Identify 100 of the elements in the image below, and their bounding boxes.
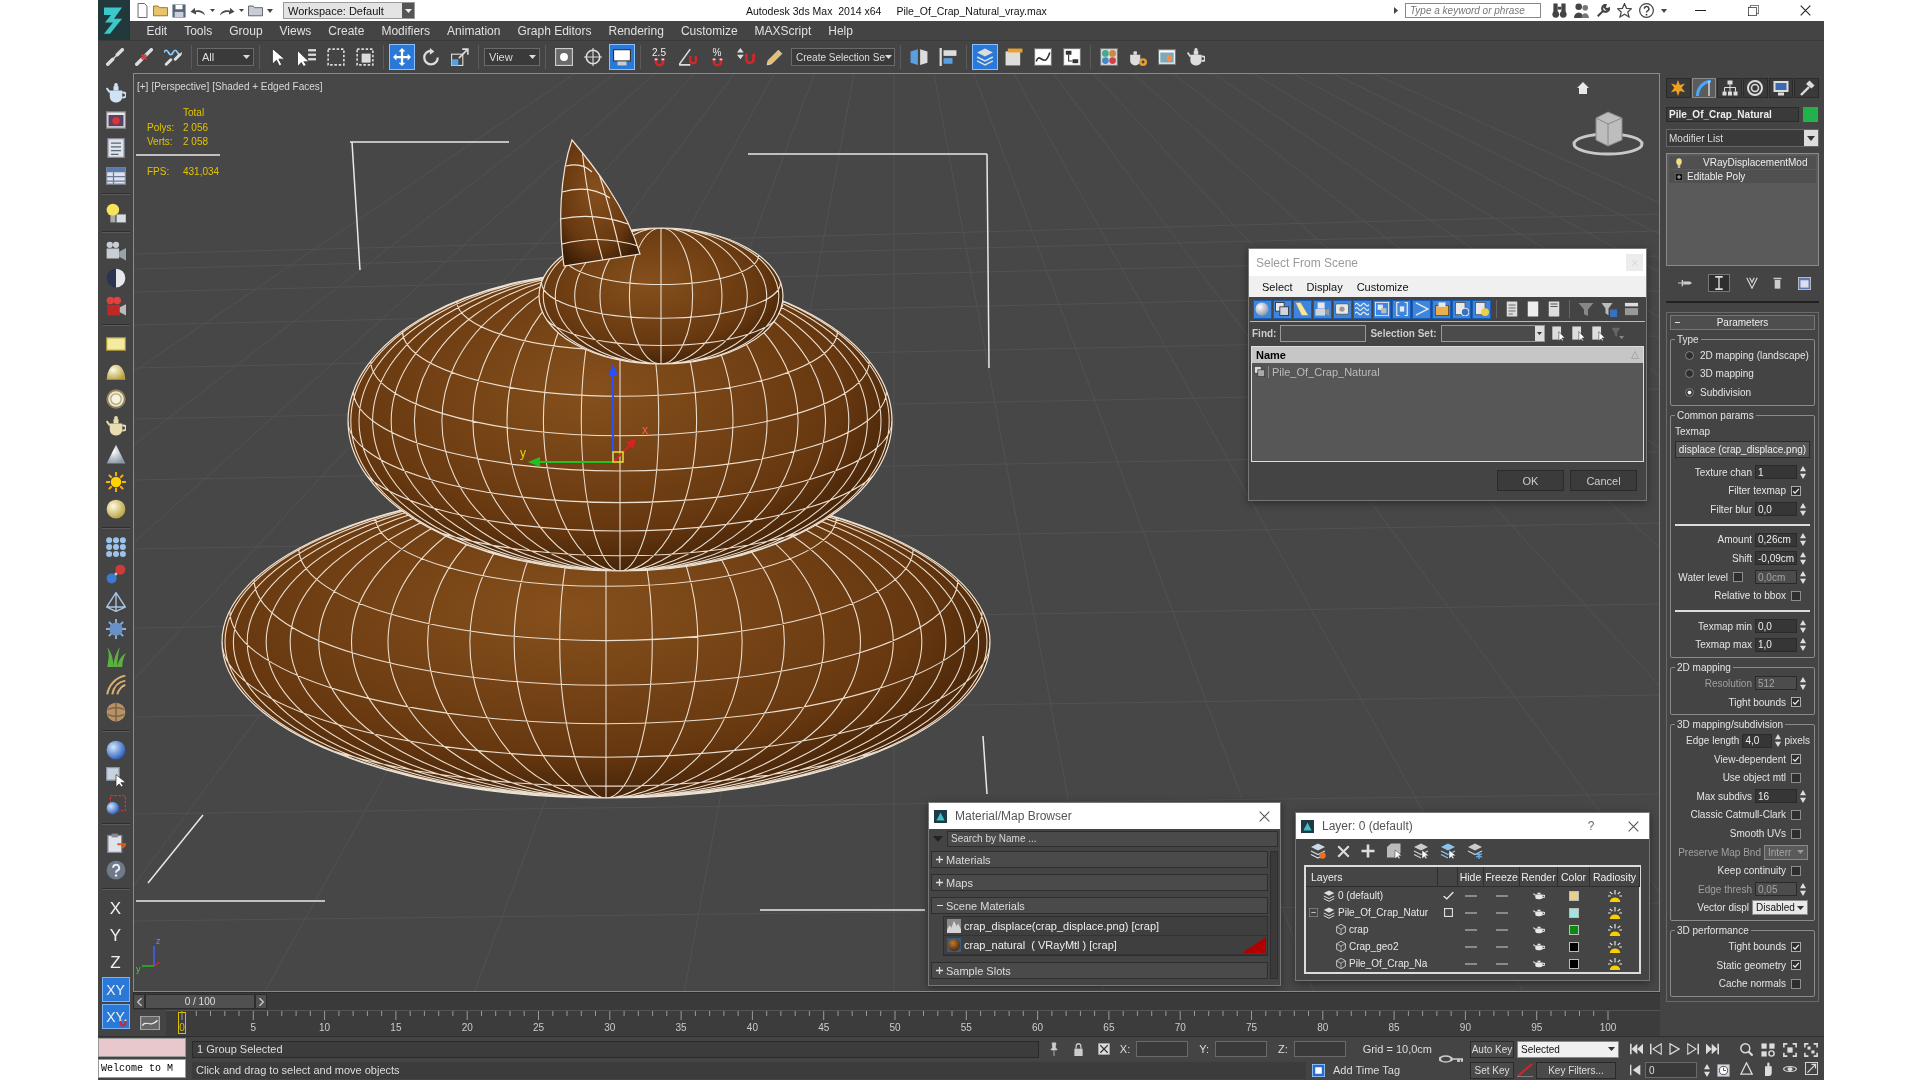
move-button[interactable] <box>389 44 415 70</box>
cursor-box-icon[interactable] <box>1386 843 1402 859</box>
filter-toggle-button[interactable] <box>1253 299 1272 319</box>
collapse-box-icon[interactable] <box>1309 908 1318 917</box>
grass-icon[interactable] <box>105 647 126 668</box>
axis-constraint-button[interactable]: XY <box>101 1004 130 1030</box>
spinner-arrows-icon[interactable] <box>1800 789 1806 803</box>
ring-icon[interactable] <box>105 388 126 409</box>
snap-toggle-button[interactable]: 2.5 <box>646 44 672 70</box>
scene-explorer-button[interactable] <box>972 44 998 70</box>
menu-item[interactable]: Create <box>319 21 373 40</box>
checkbox-label[interactable]: Keep continuity <box>1675 865 1786 877</box>
dash-icon[interactable] <box>1496 894 1508 897</box>
rollout-header[interactable]: Parameters <box>1670 315 1815 330</box>
column-header[interactable]: Render <box>1520 867 1558 887</box>
viewport-menu-link[interactable]: [+] <box>137 81 149 92</box>
menu-item[interactable]: Customize <box>1349 276 1416 297</box>
column-header[interactable]: Name <box>1252 347 1643 363</box>
frame-field[interactable]: 0 <box>1645 1062 1697 1078</box>
group-header[interactable]: Materials <box>931 851 1268 868</box>
trash-icon[interactable] <box>1773 277 1783 289</box>
home-icon[interactable] <box>1577 82 1589 94</box>
color-swatch[interactable] <box>1569 907 1579 918</box>
checkbox-label[interactable]: Relative to bbox <box>1675 590 1786 602</box>
sun-icon[interactable] <box>105 471 126 492</box>
crossed-box-icon[interactable] <box>1097 1043 1110 1055</box>
search-field[interactable]: Type a keyword or phrase <box>1405 3 1541 18</box>
axis-constraint-button[interactable]: Z <box>101 950 130 976</box>
column-header[interactable]: Freeze <box>1484 867 1520 887</box>
checkbox[interactable] <box>1791 865 1801 876</box>
checkbox[interactable] <box>1791 960 1801 971</box>
zoom-extents-all-icon[interactable] <box>1804 1042 1819 1057</box>
selection-filter-dropdown[interactable]: All <box>197 48 254 66</box>
texmap-button[interactable]: displace (crap_displace.png) <box>1675 440 1810 458</box>
spinner-arrows-icon[interactable] <box>1800 465 1806 479</box>
column-header[interactable]: Color <box>1558 867 1590 887</box>
axis-constraint-button[interactable]: XY <box>101 977 130 1003</box>
tangent-icon[interactable] <box>1517 1063 1533 1077</box>
table-icon[interactable] <box>105 165 126 186</box>
list-page-icon[interactable] <box>1505 301 1520 317</box>
page-cursor-icon[interactable] <box>1570 325 1585 341</box>
axis-constraint-button[interactable]: Y <box>101 923 130 949</box>
modifier-stack-item[interactable]: Editable Poly <box>1669 170 1816 183</box>
caret-icon[interactable] <box>239 9 244 12</box>
pin-icon[interactable] <box>1678 278 1692 288</box>
plus-icon[interactable] <box>1361 844 1375 858</box>
spinner-field[interactable]: 1,0 <box>1755 637 1797 652</box>
caret-right-icon[interactable] <box>1394 7 1398 14</box>
empty-box-icon[interactable] <box>1443 908 1453 917</box>
object-color-swatch[interactable] <box>1803 107 1818 122</box>
funnel-dropdown-icon[interactable] <box>1610 326 1624 340</box>
column-header[interactable]: Radiosity <box>1590 867 1640 887</box>
dialog-button[interactable]: Cancel <box>1570 470 1637 491</box>
star-icon[interactable] <box>1617 3 1632 18</box>
menu-item[interactable]: Select <box>1255 276 1300 297</box>
people-icon[interactable] <box>1574 3 1589 18</box>
menu-item[interactable]: Edit <box>138 21 176 40</box>
spinner-arrows-icon[interactable] <box>1800 502 1806 516</box>
wrench-icon[interactable] <box>1596 3 1610 18</box>
display-tab[interactable] <box>1768 78 1794 98</box>
spinner-field[interactable]: 1 <box>1755 465 1797 480</box>
color-swatch[interactable] <box>1569 941 1579 952</box>
pushpin-icon[interactable] <box>1048 1042 1059 1056</box>
workspace-dropdown[interactable]: Workspace: Default <box>283 2 415 19</box>
menu-item[interactable]: Group <box>220 21 272 40</box>
checkbox[interactable] <box>1791 810 1801 820</box>
caret-icon[interactable] <box>267 8 273 13</box>
move-gizmo[interactable] <box>528 364 636 467</box>
funnel-icon[interactable] <box>1578 301 1595 317</box>
key-mode-dropdown[interactable]: Selected <box>1517 1040 1619 1058</box>
new-document-icon[interactable] <box>136 3 149 18</box>
layer-name[interactable]: crap <box>1349 924 1369 935</box>
menu-item[interactable]: Help <box>819 21 862 40</box>
spinner-field[interactable]: -0,09cm <box>1755 551 1797 566</box>
modify-tab[interactable] <box>1691 78 1717 98</box>
fork-icon[interactable] <box>1745 277 1758 289</box>
checkbox[interactable] <box>1791 697 1801 707</box>
menu-item[interactable]: Animation <box>438 21 509 40</box>
spinner-arrows-icon[interactable] <box>1800 533 1806 547</box>
light-bulb-icon[interactable] <box>105 203 126 224</box>
half-sphere-icon[interactable] <box>105 268 126 289</box>
modifier-list-dropdown[interactable]: Modifier List <box>1666 129 1819 147</box>
viewport-menu-link[interactable]: [Perspective] <box>151 81 210 92</box>
maximize-toggle-icon[interactable] <box>1804 1062 1818 1075</box>
caret-icon[interactable] <box>1661 8 1667 13</box>
layers-cursor-icon[interactable] <box>1413 843 1429 859</box>
menu-item[interactable]: Display <box>1299 276 1350 297</box>
check-icon[interactable] <box>1442 891 1454 900</box>
spinner-arrows-icon[interactable] <box>1800 882 1806 896</box>
spinner-arrows-icon[interactable] <box>1800 676 1806 690</box>
viewport-menu-link[interactable]: [Shaded + Edged Faces] <box>212 81 323 92</box>
object-name-field[interactable]: Pile_Of_Crap_Natural <box>1666 107 1799 122</box>
spinner-arrows-icon[interactable] <box>1800 638 1806 652</box>
checkbox-label[interactable]: Classic Catmull-Clark <box>1675 809 1786 821</box>
clipboard-icon[interactable] <box>105 832 126 853</box>
checkbox[interactable] <box>1791 590 1801 601</box>
spinner-field[interactable]: 16 <box>1755 789 1797 804</box>
new-layer-icon[interactable] <box>1310 843 1326 859</box>
dash-icon[interactable] <box>1496 945 1508 948</box>
teapot-icon[interactable] <box>105 82 126 103</box>
